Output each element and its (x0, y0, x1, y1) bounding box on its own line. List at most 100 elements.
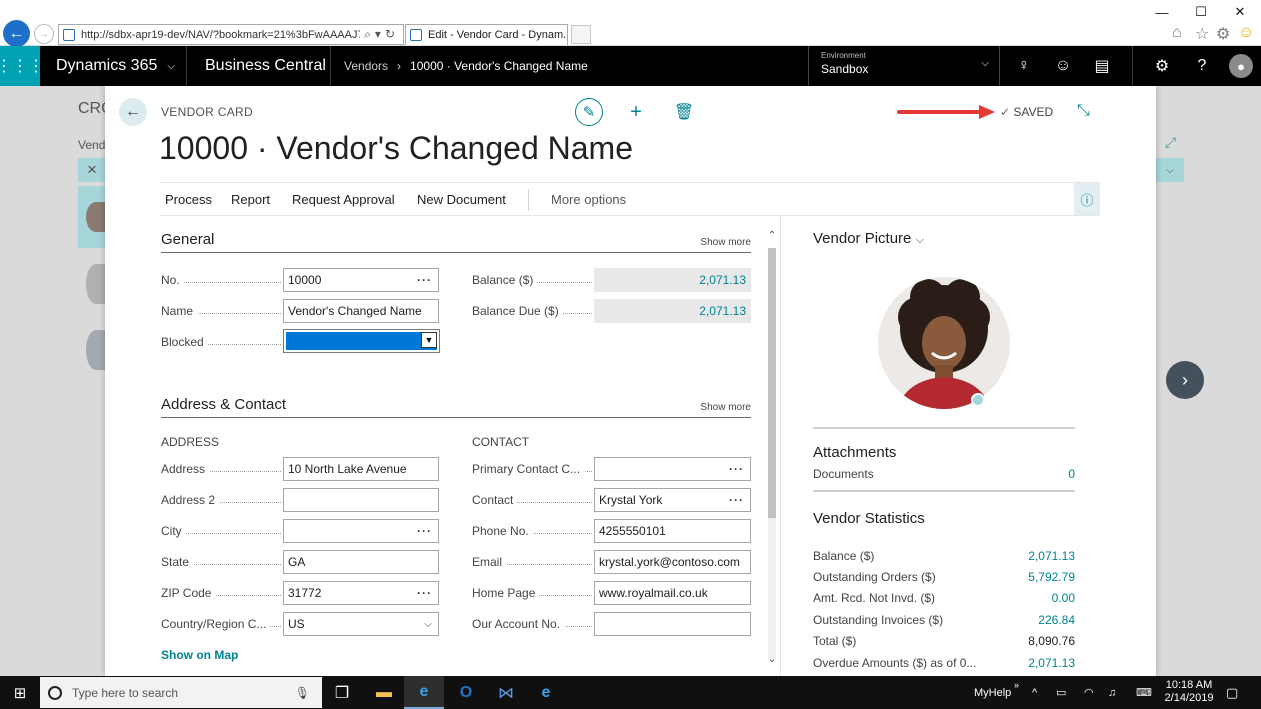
ellipsis-icon[interactable]: ··· (417, 273, 438, 287)
stat-value[interactable]: 0.00 (1052, 591, 1075, 605)
home-icon[interactable]: ⌂ (1172, 24, 1182, 42)
next-record-button[interactable]: › (1166, 361, 1204, 399)
documents-count[interactable]: 0 (1068, 467, 1075, 481)
phone-field[interactable]: 4255550101 (594, 519, 751, 543)
chat-icon[interactable]: ▤ (1082, 46, 1122, 86)
minimize-button[interactable]: — (1141, 0, 1183, 24)
action-process[interactable]: Process (165, 192, 212, 207)
browser-back-button[interactable]: ← (3, 20, 30, 47)
stat-value[interactable]: 2,071.13 (1028, 549, 1075, 563)
ellipsis-icon[interactable]: ··· (417, 586, 438, 600)
chevron-down-icon[interactable]: ▼ (421, 332, 437, 348)
outlook-icon[interactable]: O (446, 676, 486, 709)
edit-button[interactable]: ✎ (575, 98, 603, 126)
smiley-icon[interactable]: ☺ (1238, 24, 1254, 42)
zip-field[interactable]: 31772 ··· (283, 581, 439, 605)
name-field[interactable]: Vendor's Changed Name (283, 299, 439, 323)
action-new-document[interactable]: New Document (417, 192, 506, 207)
action-request-approval[interactable]: Request Approval (292, 192, 395, 207)
state-field[interactable]: GA (283, 550, 439, 574)
browser-tab[interactable]: Edit - Vendor Card - Dynam... ✕ (405, 24, 568, 45)
blocked-select[interactable]: ▼ (283, 329, 440, 353)
address-contact-section-header[interactable]: Address & Contact Show more (161, 396, 751, 418)
stat-value[interactable]: 5,792.79 (1028, 570, 1075, 584)
battery-icon[interactable]: ▭ (1056, 676, 1066, 709)
volume-icon[interactable]: ♫ (1108, 676, 1116, 709)
notifications-icon[interactable]: ▢ (1226, 676, 1238, 709)
visual-studio-code-icon[interactable]: ⋈ (486, 676, 526, 709)
breadcrumb-vendors[interactable]: Vendors (344, 59, 388, 73)
keyboard-icon[interactable]: ⌨ (1136, 676, 1152, 709)
app-launcher-button[interactable]: ⋮⋮⋮ (0, 46, 44, 86)
settings-gear-icon[interactable]: ⚙ (1216, 24, 1230, 44)
environment-selector[interactable]: Environment Sandbox ⌵ (808, 46, 1000, 86)
address-2-field[interactable] (283, 488, 439, 512)
scroll-down-icon[interactable]: ⌄ (765, 652, 779, 666)
file-explorer-icon[interactable]: ▬ (364, 676, 404, 709)
country-select[interactable]: US ⌵ (283, 612, 439, 636)
balance-due-value[interactable]: 2,071.13 (594, 299, 751, 323)
chevron-up-more-icon[interactable]: » (1014, 668, 1019, 701)
address-bar[interactable]: http://sdbx-apr19-dev/NAV/?bookmark=21%3… (58, 24, 404, 45)
taskbar-search[interactable]: Type here to search 🎙 (40, 677, 322, 708)
show-hidden-icons[interactable]: ^ (1032, 676, 1037, 709)
edge-icon[interactable]: e (526, 676, 566, 709)
scroll-thumb[interactable] (768, 248, 776, 518)
back-button[interactable]: ← (119, 98, 147, 126)
show-on-map-link[interactable]: Show on Map (161, 648, 238, 662)
stat-value[interactable]: 2,071.13 (1028, 656, 1075, 670)
contact-field[interactable]: Krystal York ··· (594, 488, 751, 512)
favorites-star-icon[interactable]: ☆ (1195, 24, 1209, 44)
product-name[interactable]: Business Central (205, 46, 326, 86)
wifi-icon[interactable]: ◠ (1084, 676, 1094, 709)
delete-button[interactable]: 🗑 (670, 98, 698, 126)
dynamics-365-menu[interactable]: Dynamics 365 ⌵ (56, 46, 175, 86)
internet-explorer-icon[interactable]: e (404, 676, 444, 709)
user-account-button[interactable]: ● (1221, 46, 1261, 86)
lightbulb-icon[interactable]: ♀ (1004, 46, 1044, 86)
city-field[interactable]: ··· (283, 519, 439, 543)
ellipsis-icon[interactable]: ··· (729, 493, 750, 507)
new-tab-button[interactable] (571, 25, 591, 44)
email-field[interactable]: krystal.york@contoso.com (594, 550, 751, 574)
balance-value[interactable]: 2,071.13 (594, 268, 751, 292)
home-page-field[interactable]: www.royalmail.co.uk (594, 581, 751, 605)
address-field[interactable]: 10 North Lake Avenue (283, 457, 439, 481)
address-actions[interactable]: ⌕▾↻ (360, 27, 403, 42)
close-window-button[interactable]: ✕ (1219, 0, 1261, 24)
collapse-button[interactable]: ⤡ (1077, 102, 1090, 120)
settings-gear-icon[interactable]: ⚙ (1142, 46, 1182, 86)
vendor-statistics-title[interactable]: Vendor Statistics (813, 510, 925, 527)
maximize-button[interactable]: ☐ (1180, 0, 1222, 24)
address-url[interactable]: http://sdbx-apr19-dev/NAV/?bookmark=21%3… (81, 29, 360, 41)
primary-contact-field[interactable]: ··· (594, 457, 751, 481)
content-scrollbar[interactable]: ⌃ ⌄ (765, 218, 779, 668)
account-no-field[interactable] (594, 612, 751, 636)
browser-forward-button[interactable]: → (34, 24, 54, 44)
stat-value[interactable]: 226.84 (1038, 613, 1075, 627)
info-button[interactable]: ⓘ (1074, 183, 1100, 215)
general-show-more[interactable]: Show more (700, 237, 751, 248)
dropdown-icon[interactable]: ▾ (375, 27, 385, 41)
action-report[interactable]: Report (231, 192, 270, 207)
ellipsis-icon[interactable]: ··· (417, 524, 438, 538)
new-button[interactable]: + (622, 98, 650, 126)
feedback-smiley-icon[interactable]: ☺ (1043, 46, 1083, 86)
attachments-title[interactable]: Attachments (813, 444, 896, 461)
scroll-up-icon[interactable]: ⌃ (765, 228, 779, 242)
address-contact-show-more[interactable]: Show more (700, 402, 751, 413)
no-field[interactable]: 10000 ··· (283, 268, 439, 292)
general-section-header[interactable]: General Show more (161, 231, 751, 253)
help-question-icon[interactable]: ? (1182, 46, 1222, 86)
vendor-picture-header[interactable]: Vendor Picture ⌵ (813, 230, 924, 247)
refresh-icon[interactable]: ↻ (385, 27, 399, 41)
vendor-picture[interactable] (878, 277, 1010, 409)
microphone-icon[interactable]: 🎙 (295, 686, 322, 700)
start-button[interactable]: ⊞ (0, 676, 40, 709)
ellipsis-icon[interactable]: ··· (729, 462, 750, 476)
more-options[interactable]: More options (551, 192, 626, 207)
search-icon[interactable]: ⌕ (364, 27, 375, 41)
taskbar-clock[interactable]: 10:18 AM 2/14/2019 (1158, 679, 1220, 705)
task-view-icon[interactable]: ❐ (322, 676, 362, 709)
myhelp-label[interactable]: MyHelp (974, 676, 1011, 709)
